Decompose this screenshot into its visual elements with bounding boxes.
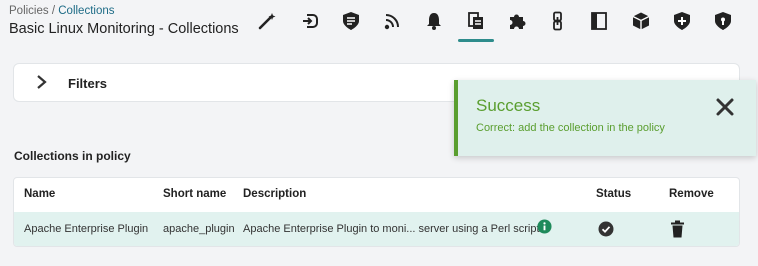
breadcrumb-current[interactable]: Collections [58,5,114,17]
bell-icon [427,13,441,30]
section-title: Collections in policy [14,149,131,163]
breadcrumb-separator: / [51,5,56,17]
tab-links[interactable] [538,4,578,38]
table-header: Name Short name Description Status Remov… [14,178,739,212]
wand-icon [258,13,276,30]
plug-icon [303,14,318,28]
shield-list-icon [343,12,359,30]
header-name: Name [24,188,56,200]
cell-name: Apache Enterprise Plugin [24,223,149,235]
header-remove: Remove [669,188,714,200]
collections-icon [468,12,483,29]
cell-description: Apache Enterprise Plugin to moni... serv… [243,223,543,235]
page-header: Policies / Collections Basic Linux Monit… [0,0,758,50]
header-description: Description [243,188,307,200]
tab-shield-list[interactable] [331,4,371,38]
tab-alerts[interactable] [414,4,454,38]
tab-shield-lock[interactable] [703,4,743,38]
tab-signal[interactable] [372,4,412,38]
link-icon [553,11,562,31]
trash-icon[interactable] [670,220,685,238]
shield-plus-icon [674,12,690,30]
success-toast: Success Correct: add the collection in t… [454,80,756,156]
breadcrumb-parent[interactable]: Policies [9,5,49,17]
box-icon [632,12,650,30]
close-icon[interactable] [714,96,736,118]
tab-collections[interactable] [456,4,496,42]
table-row: Apache Enterprise Plugin apache_plugin A… [14,212,739,246]
puzzle-icon [510,14,526,29]
info-icon[interactable] [537,219,552,234]
tab-wand[interactable] [247,4,287,38]
breadcrumb: Policies / Collections [9,5,115,17]
header-status: Status [596,188,632,200]
toast-message: Correct: add the collection in the polic… [476,122,665,134]
book-icon [591,12,607,30]
chevron-right-icon[interactable] [34,73,50,91]
toast-title: Success [476,96,541,115]
tab-modules[interactable] [621,4,661,38]
status-ok-icon [598,221,614,237]
collections-table: Name Short name Description Status Remov… [13,177,740,247]
shield-lock-icon [715,12,731,30]
tab-shield-add[interactable] [662,4,702,38]
tab-plug[interactable] [290,4,330,38]
signal-icon [384,14,399,30]
filters-label[interactable]: Filters [68,76,107,91]
tab-plugins[interactable] [497,4,537,38]
tab-book[interactable] [579,4,619,38]
page-title: Basic Linux Monitoring - Collections [9,21,239,37]
cell-short-name: apache_plugin [163,223,235,235]
header-short-name: Short name [163,188,227,200]
